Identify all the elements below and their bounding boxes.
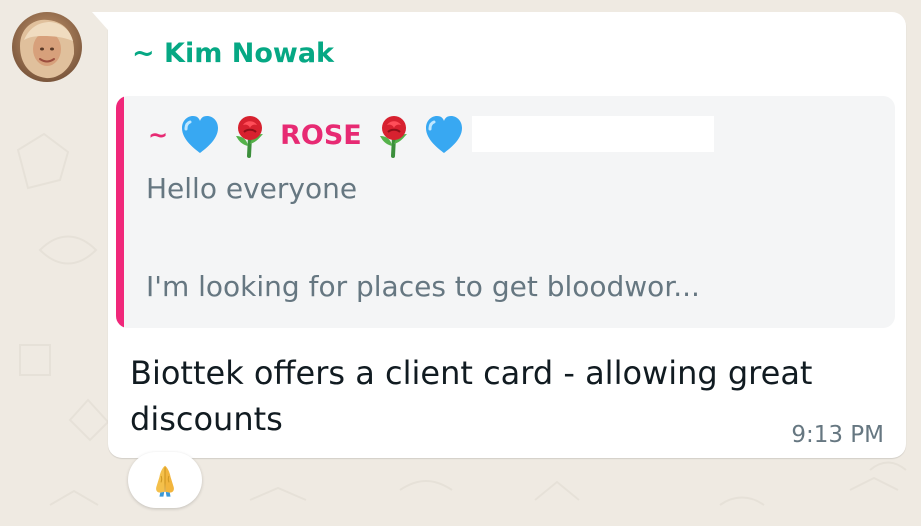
blue-heart-icon bbox=[420, 111, 468, 159]
sender-avatar[interactable] bbox=[12, 12, 82, 82]
folded-hands-icon bbox=[156, 465, 174, 497]
blue-heart-icon bbox=[176, 111, 224, 159]
reaction-badge[interactable] bbox=[128, 452, 202, 508]
quoted-message[interactable]: ~ ROSE Hello everyone I'm looking for pl… bbox=[116, 96, 895, 328]
message-text: Biottek offers a client card - allowing … bbox=[130, 354, 813, 438]
quoted-author: ~ ROSE bbox=[148, 110, 470, 160]
redacted-area bbox=[472, 116, 714, 152]
message-bubble[interactable]: ~ Kim Nowak ~ ROSE Hello everyone I'm lo… bbox=[92, 12, 906, 458]
bubble-tail bbox=[92, 12, 108, 30]
quoted-author-prefix: ~ bbox=[148, 121, 169, 149]
rose-icon bbox=[370, 111, 418, 159]
message-timestamp: 9:13 PM bbox=[791, 422, 884, 448]
sender-name[interactable]: ~ Kim Nowak bbox=[132, 38, 334, 69]
quoted-preview-line-2: I'm looking for places to get bloodwor..… bbox=[146, 270, 700, 303]
quote-accent-bar bbox=[116, 96, 124, 328]
quoted-preview-line-1: Hello everyone bbox=[146, 172, 358, 205]
quoted-author-name: ROSE bbox=[280, 119, 362, 151]
rose-icon bbox=[226, 111, 274, 159]
